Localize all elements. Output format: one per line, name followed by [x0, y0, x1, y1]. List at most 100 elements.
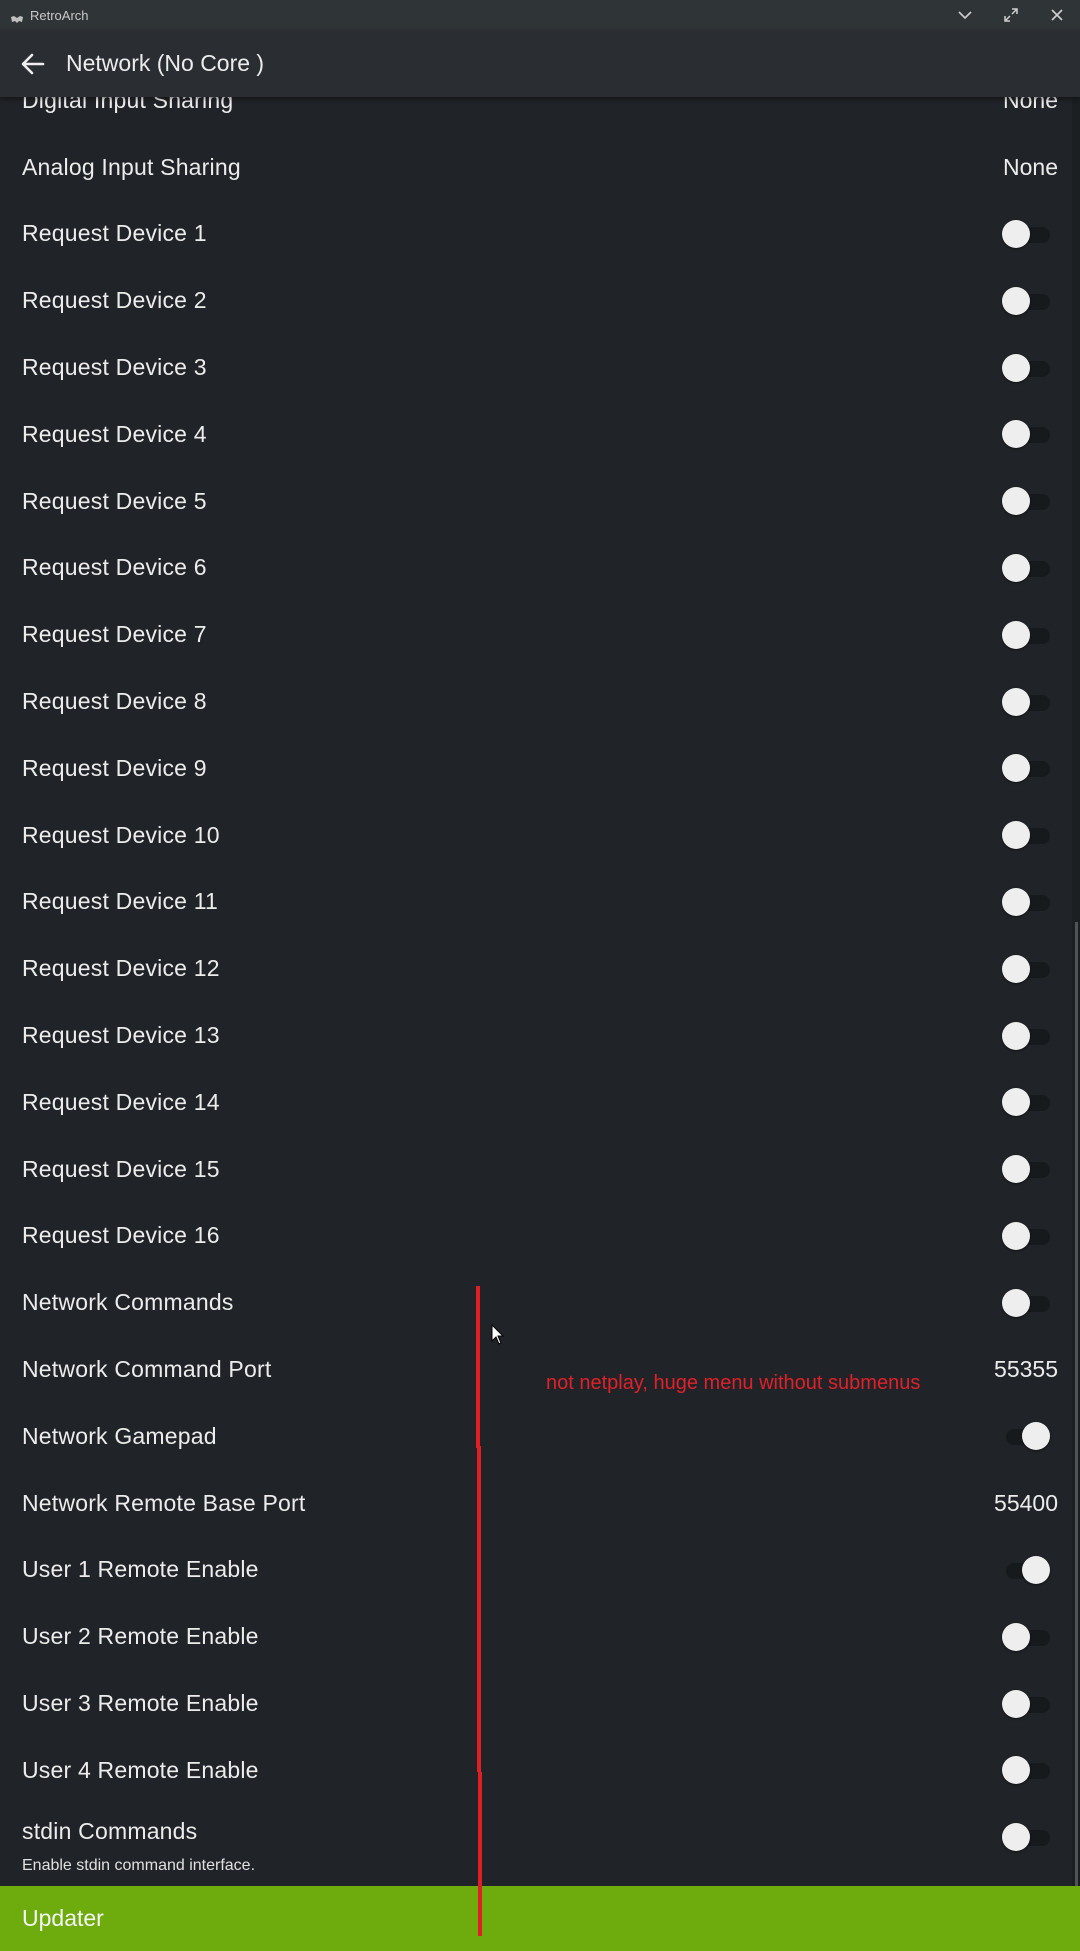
setting-row[interactable]: Network Commands — [0, 1269, 1072, 1336]
setting-row[interactable]: User 3 Remote Enable — [0, 1670, 1072, 1737]
toggle-knob — [1002, 487, 1030, 516]
setting-row[interactable]: Request Device 8 — [0, 668, 1072, 735]
updater-item[interactable]: Updater — [0, 1886, 1080, 1951]
toggle-switch[interactable] — [1002, 486, 1050, 516]
toggle-switch[interactable] — [1002, 1221, 1050, 1251]
setting-label: Request Device 5 — [22, 487, 207, 514]
toggle-switch[interactable] — [1002, 353, 1050, 383]
toggle-switch[interactable] — [1002, 419, 1050, 449]
setting-row[interactable]: Request Device 9 — [0, 735, 1072, 802]
setting-row[interactable]: Request Device 15 — [0, 1136, 1072, 1203]
setting-row[interactable]: User 2 Remote Enable — [0, 1603, 1072, 1670]
setting-row[interactable]: Request Device 12 — [0, 935, 1072, 1002]
toggle-knob — [1002, 620, 1030, 649]
close-button[interactable] — [1034, 0, 1080, 30]
setting-value[interactable]: 55355 — [994, 1356, 1058, 1383]
scrollbar-thumb[interactable] — [1075, 922, 1078, 1886]
setting-label: Request Device 16 — [22, 1222, 220, 1249]
setting-row[interactable]: Request Device 11 — [0, 869, 1072, 936]
toggle-switch[interactable] — [1002, 286, 1050, 316]
close-icon — [1051, 9, 1063, 21]
setting-label: Network Gamepad — [22, 1422, 217, 1449]
scrollbar[interactable] — [1072, 97, 1080, 1886]
toggle-knob — [1002, 553, 1030, 582]
setting-row[interactable]: Analog Input Sharing None — [0, 134, 1072, 201]
setting-label: Request Device 15 — [22, 1155, 220, 1182]
toggle-knob — [1002, 1622, 1030, 1651]
toggle-switch[interactable] — [1002, 1154, 1050, 1184]
setting-value[interactable]: None — [1003, 97, 1058, 114]
setting-row[interactable]: Digital Input Sharing None — [0, 97, 1072, 134]
toggle-knob — [1002, 1021, 1030, 1050]
toggle-switch[interactable] — [1002, 1689, 1050, 1719]
toggle-switch[interactable] — [1002, 753, 1050, 783]
window-titlebar: RetroArch — [0, 0, 1080, 30]
toggle-knob — [1002, 821, 1030, 850]
toggle-knob — [1002, 219, 1030, 248]
window-title: RetroArch — [30, 7, 89, 23]
setting-row[interactable]: Request Device 4 — [0, 401, 1072, 468]
updater-label: Updater — [22, 1905, 104, 1931]
setting-label: Network Command Port — [22, 1356, 272, 1383]
toggle-switch[interactable] — [1002, 1822, 1050, 1852]
maximize-button[interactable] — [988, 0, 1034, 30]
setting-label: Request Device 3 — [22, 354, 207, 381]
setting-label: Request Device 2 — [22, 287, 207, 314]
toggle-switch[interactable] — [1002, 820, 1050, 850]
minimize-button[interactable] — [942, 0, 988, 30]
toggle-switch[interactable] — [1002, 1021, 1050, 1051]
setting-value[interactable]: 55400 — [994, 1490, 1058, 1517]
setting-row[interactable]: Network Remote Base Port 55400 — [0, 1470, 1072, 1537]
toggle-switch[interactable] — [1002, 553, 1050, 583]
setting-label: Request Device 12 — [22, 955, 220, 982]
setting-row[interactable]: Request Device 14 — [0, 1069, 1072, 1136]
toggle-switch[interactable] — [1002, 1555, 1050, 1585]
setting-label: Analog Input Sharing — [22, 153, 241, 180]
toggle-switch[interactable] — [1002, 219, 1050, 249]
setting-label: Request Device 8 — [22, 688, 207, 715]
setting-label: Request Device 11 — [22, 888, 219, 915]
toggle-knob — [1002, 420, 1030, 449]
setting-label: User 1 Remote Enable — [22, 1556, 259, 1583]
setting-sublabel: Enable stdin command interface. — [22, 1856, 256, 1874]
toggle-switch[interactable] — [1002, 687, 1050, 717]
toggle-switch[interactable] — [1002, 887, 1050, 917]
toggle-knob — [1002, 687, 1030, 716]
back-button[interactable] — [0, 30, 66, 97]
setting-row[interactable]: Network Gamepad — [0, 1403, 1072, 1470]
setting-row[interactable]: Request Device 16 — [0, 1203, 1072, 1270]
annotation-line — [476, 1286, 480, 1448]
setting-row[interactable]: Request Device 3 — [0, 334, 1072, 401]
setting-row[interactable]: Request Device 1 — [0, 201, 1072, 268]
setting-row[interactable]: User 1 Remote Enable — [0, 1537, 1072, 1604]
page-title: Network (No Core ) — [66, 50, 265, 76]
setting-row[interactable]: Request Device 7 — [0, 601, 1072, 668]
setting-label: Request Device 9 — [22, 754, 207, 781]
toggle-switch[interactable] — [1002, 1288, 1050, 1318]
setting-label: Request Device 4 — [22, 420, 207, 447]
setting-row[interactable]: User 4 Remote Enable — [0, 1737, 1072, 1804]
settings-list[interactable]: Digital Input Sharing None Analog Input Sh… — [0, 97, 1072, 1886]
annotation-text: not netplay, huge menu without submenus — [546, 1372, 921, 1394]
mouse-cursor-icon — [491, 1324, 505, 1345]
setting-row[interactable]: Request Device 10 — [0, 802, 1072, 869]
toggle-knob — [1002, 1288, 1030, 1317]
setting-label: User 3 Remote Enable — [22, 1690, 259, 1717]
toggle-switch[interactable] — [1002, 1087, 1050, 1117]
toggle-knob — [1002, 1689, 1030, 1718]
annotation-line — [477, 1446, 481, 1772]
toggle-knob — [1002, 754, 1030, 783]
setting-row-stdin-commands[interactable]: stdin Commands Enable stdin command inter… — [0, 1804, 1072, 1886]
toggle-switch[interactable] — [1002, 1622, 1050, 1652]
toggle-switch[interactable] — [1002, 954, 1050, 984]
setting-row[interactable]: Request Device 2 — [0, 267, 1072, 334]
setting-row[interactable]: Request Device 5 — [0, 468, 1072, 535]
setting-label: Network Commands — [22, 1289, 234, 1316]
toggle-switch[interactable] — [1002, 1755, 1050, 1785]
toggle-switch[interactable] — [1002, 1421, 1050, 1451]
toggle-switch[interactable] — [1002, 620, 1050, 650]
setting-row[interactable]: Request Device 6 — [0, 535, 1072, 602]
toggle-knob — [1002, 1088, 1030, 1117]
setting-value[interactable]: None — [1003, 154, 1058, 181]
setting-row[interactable]: Request Device 13 — [0, 1002, 1072, 1069]
